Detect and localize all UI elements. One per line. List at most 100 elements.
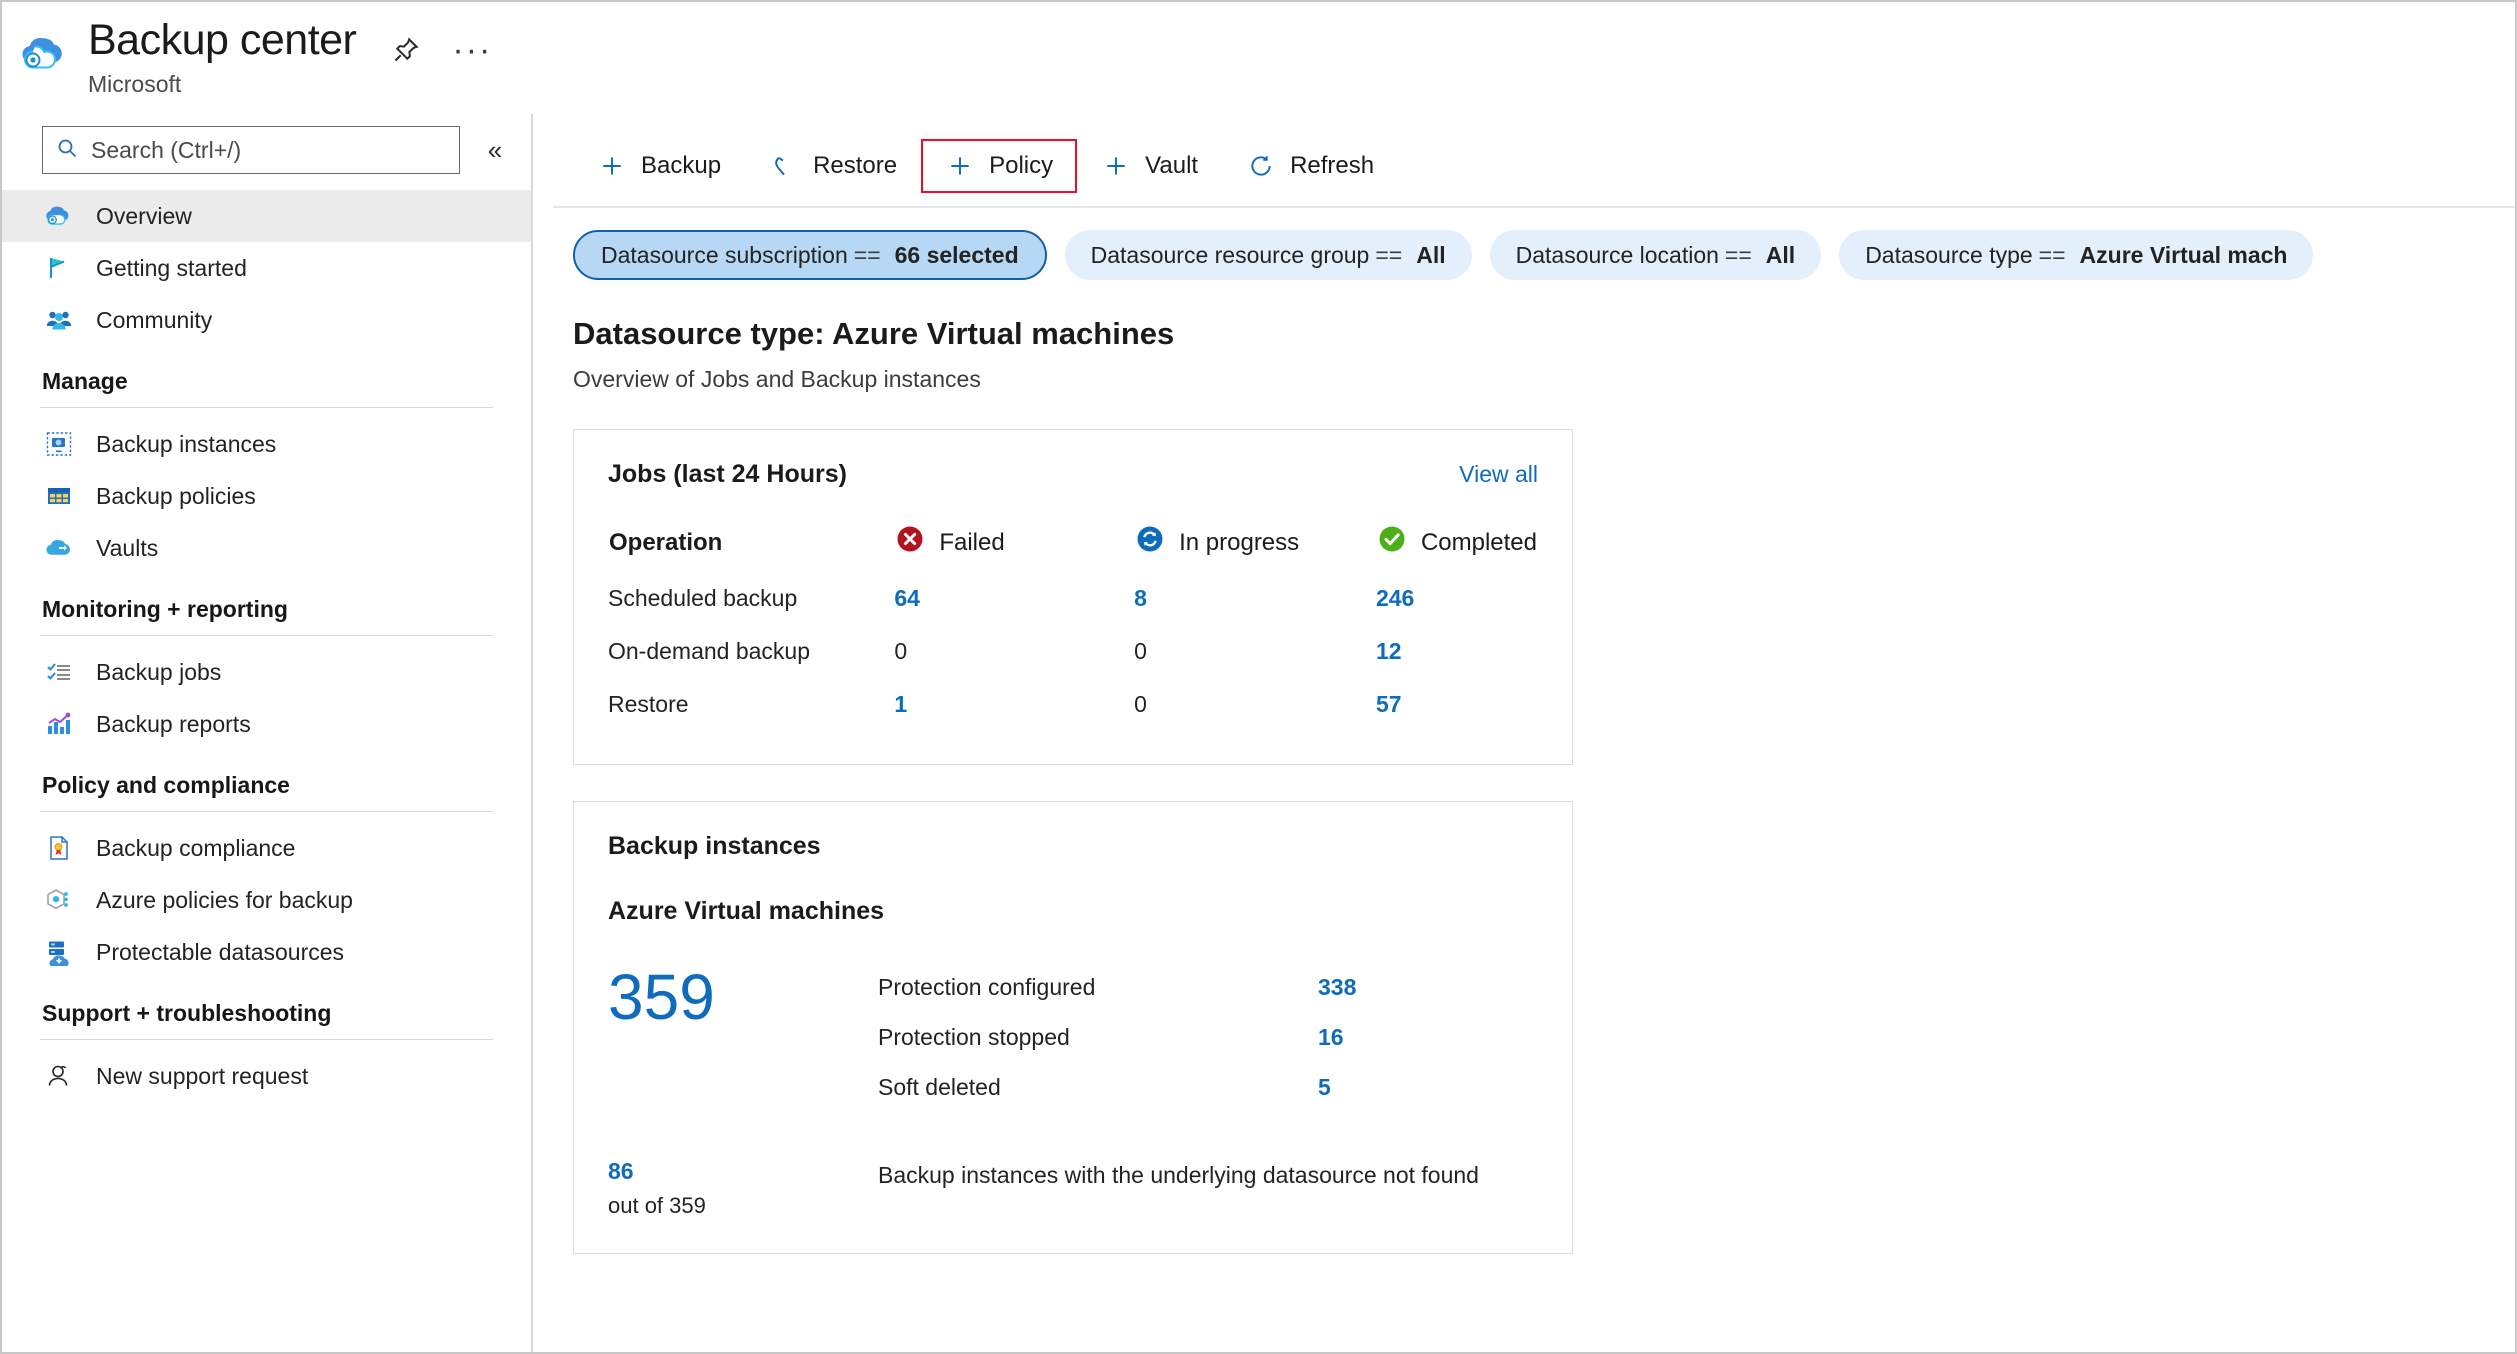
footer-count[interactable]: 86 xyxy=(608,1158,878,1185)
sidebar-item-backup-policies[interactable]: Backup policies xyxy=(2,470,531,522)
vault-cloud-icon xyxy=(42,531,76,565)
filter-operator: == xyxy=(1724,241,1752,268)
breakdown-label: Protection stopped xyxy=(878,1023,1070,1050)
sidebar-item-label: Community xyxy=(96,306,213,333)
sidebar-item-azure-policies-for-backup[interactable]: Azure policies for backup xyxy=(2,874,531,926)
datasource-type-heading: Datasource type: Azure Virtual machines xyxy=(573,316,1175,351)
cell-in-progress: 0 xyxy=(1134,691,1147,717)
sidebar-item-new-support-request[interactable]: New support request xyxy=(2,1050,531,1102)
section-divider xyxy=(40,635,493,636)
breakdown-value[interactable]: 5 xyxy=(1318,1074,1331,1101)
table-row: Restore 1 0 57 xyxy=(608,677,1538,730)
restore-button-label: Restore xyxy=(813,152,898,179)
cell-failed[interactable]: 1 xyxy=(894,691,907,717)
sidebar-item-vaults[interactable]: Vaults xyxy=(2,522,531,574)
in-progress-sync-icon xyxy=(1135,524,1165,561)
row-operation: Restore xyxy=(608,691,689,717)
sidebar-item-backup-instances[interactable]: Backup instances xyxy=(2,418,531,470)
filter-pill-datasource-location[interactable]: Datasource location == All xyxy=(1489,230,1822,280)
filter-pill-datasource-resource-group[interactable]: Datasource resource group == All xyxy=(1064,230,1472,280)
breakdown-value[interactable]: 16 xyxy=(1318,1024,1344,1051)
column-in-progress: In progress xyxy=(1134,523,1376,571)
backup-instances-card: Backup instances Azure Virtual machines … xyxy=(573,801,1573,1254)
filter-value: All xyxy=(1416,241,1446,268)
sidebar-item-label: Backup policies xyxy=(96,482,256,509)
filter-pill-datasource-subscription[interactable]: Datasource subscription == 66 selected xyxy=(573,230,1047,280)
cell-failed[interactable]: 64 xyxy=(894,585,920,611)
sidebar-item-backup-compliance[interactable]: Backup compliance xyxy=(2,822,531,874)
sidebar-item-getting-started[interactable]: Getting started xyxy=(2,242,531,294)
header-actions: ··· xyxy=(386,12,492,70)
restore-button[interactable]: Restore xyxy=(745,139,921,193)
vault-button[interactable]: Vault xyxy=(1077,139,1222,193)
azure-policy-icon xyxy=(42,883,76,917)
column-completed-label: Completed xyxy=(1420,528,1537,556)
sidebar-item-label: Backup jobs xyxy=(96,658,222,685)
sidebar-item-label: New support request xyxy=(96,1062,309,1089)
table-row: On-demand backup 0 0 12 xyxy=(608,624,1538,677)
filter-operator: == xyxy=(853,241,881,268)
pin-icon[interactable] xyxy=(386,30,426,70)
jobs-view-all-link[interactable]: View all xyxy=(1459,461,1538,488)
compliance-document-icon xyxy=(42,831,76,865)
sidebar-item-community[interactable]: Community xyxy=(2,294,531,346)
plus-icon xyxy=(597,151,627,181)
breakdown-value[interactable]: 338 xyxy=(1318,974,1356,1001)
page-body: « Overview xyxy=(2,114,2515,1352)
backup-center-logo-icon xyxy=(2,12,88,80)
policy-table-icon xyxy=(42,479,76,513)
checklist-icon xyxy=(42,655,76,689)
list-item: Soft deleted 5 xyxy=(878,1062,1538,1112)
sidebar-item-label: Vaults xyxy=(96,534,159,561)
footer-description: Backup instances with the underlying dat… xyxy=(878,1162,1479,1188)
sidebar-item-label: Protectable datasources xyxy=(96,938,345,965)
filter-value: 66 selected xyxy=(894,241,1019,268)
completed-check-icon xyxy=(1377,524,1407,561)
sidebar-item-backup-jobs[interactable]: Backup jobs xyxy=(2,646,531,698)
sidebar-section-policy-compliance: Policy and compliance xyxy=(42,772,290,798)
jobs-table-body: Scheduled backup 64 8 246 On-demand back… xyxy=(608,571,1538,730)
search-icon xyxy=(55,136,79,165)
sidebar-item-protectable-datasources[interactable]: Protectable datasources xyxy=(2,926,531,978)
main-content: Backup Restore Policy Vault Refresh Data… xyxy=(533,114,2515,1352)
list-item: Protection configured 338 xyxy=(878,962,1538,1012)
ellipsis-glyph: ··· xyxy=(452,31,493,69)
chevron-double-left-icon: « xyxy=(487,134,503,165)
jobs-table-head: Operation Failed In progress Completed xyxy=(608,523,1538,571)
cell-completed[interactable]: 246 xyxy=(1376,585,1414,611)
filter-name: Datasource subscription xyxy=(601,241,848,268)
collapse-sidebar-button[interactable]: « xyxy=(478,133,512,167)
header-titles: Backup center Microsoft xyxy=(88,12,357,100)
search-box[interactable] xyxy=(42,126,460,174)
sidebar-item-overview[interactable]: Overview xyxy=(2,190,531,242)
search-input[interactable] xyxy=(89,135,447,165)
cell-completed[interactable]: 12 xyxy=(1376,638,1402,664)
policy-button-label: Policy xyxy=(989,152,1054,179)
restore-arrow-icon xyxy=(769,151,799,181)
jobs-card: Jobs (last 24 Hours) View all Operation xyxy=(573,429,1573,765)
sidebar-item-label: Backup instances xyxy=(96,430,277,457)
table-row: Scheduled backup 64 8 246 xyxy=(608,571,1538,624)
ellipsis-icon[interactable]: ··· xyxy=(452,30,492,70)
row-operation: Scheduled backup xyxy=(608,585,798,611)
backup-center-cloud-icon xyxy=(42,199,76,233)
plus-icon xyxy=(1101,151,1131,181)
page-title: Backup center xyxy=(88,16,357,64)
breakdown-label: Protection configured xyxy=(878,973,1096,1000)
policy-button[interactable]: Policy xyxy=(921,139,1078,193)
page-header: Backup center Microsoft ··· xyxy=(2,2,2515,114)
cell-failed: 0 xyxy=(894,638,908,664)
refresh-button[interactable]: Refresh xyxy=(1222,139,1398,193)
filter-value: Azure Virtual mach xyxy=(2079,241,2288,268)
backup-instances-footer: 86 out of 359 Backup instances with the … xyxy=(608,1158,1538,1219)
cell-in-progress[interactable]: 8 xyxy=(1134,585,1147,611)
sidebar-item-backup-reports[interactable]: Backup reports xyxy=(2,698,531,750)
footer-out-of: out of 359 xyxy=(608,1193,706,1218)
filter-pill-datasource-type[interactable]: Datasource type == Azure Virtual mach xyxy=(1839,230,2314,280)
footer-count-block: 86 out of 359 xyxy=(608,1158,878,1219)
cell-completed[interactable]: 57 xyxy=(1376,691,1402,717)
filter-name: Datasource location xyxy=(1515,241,1719,268)
column-failed-label: Failed xyxy=(939,528,1005,556)
sidebar-section-monitoring: Monitoring + reporting xyxy=(42,596,288,622)
backup-button[interactable]: Backup xyxy=(573,139,745,193)
